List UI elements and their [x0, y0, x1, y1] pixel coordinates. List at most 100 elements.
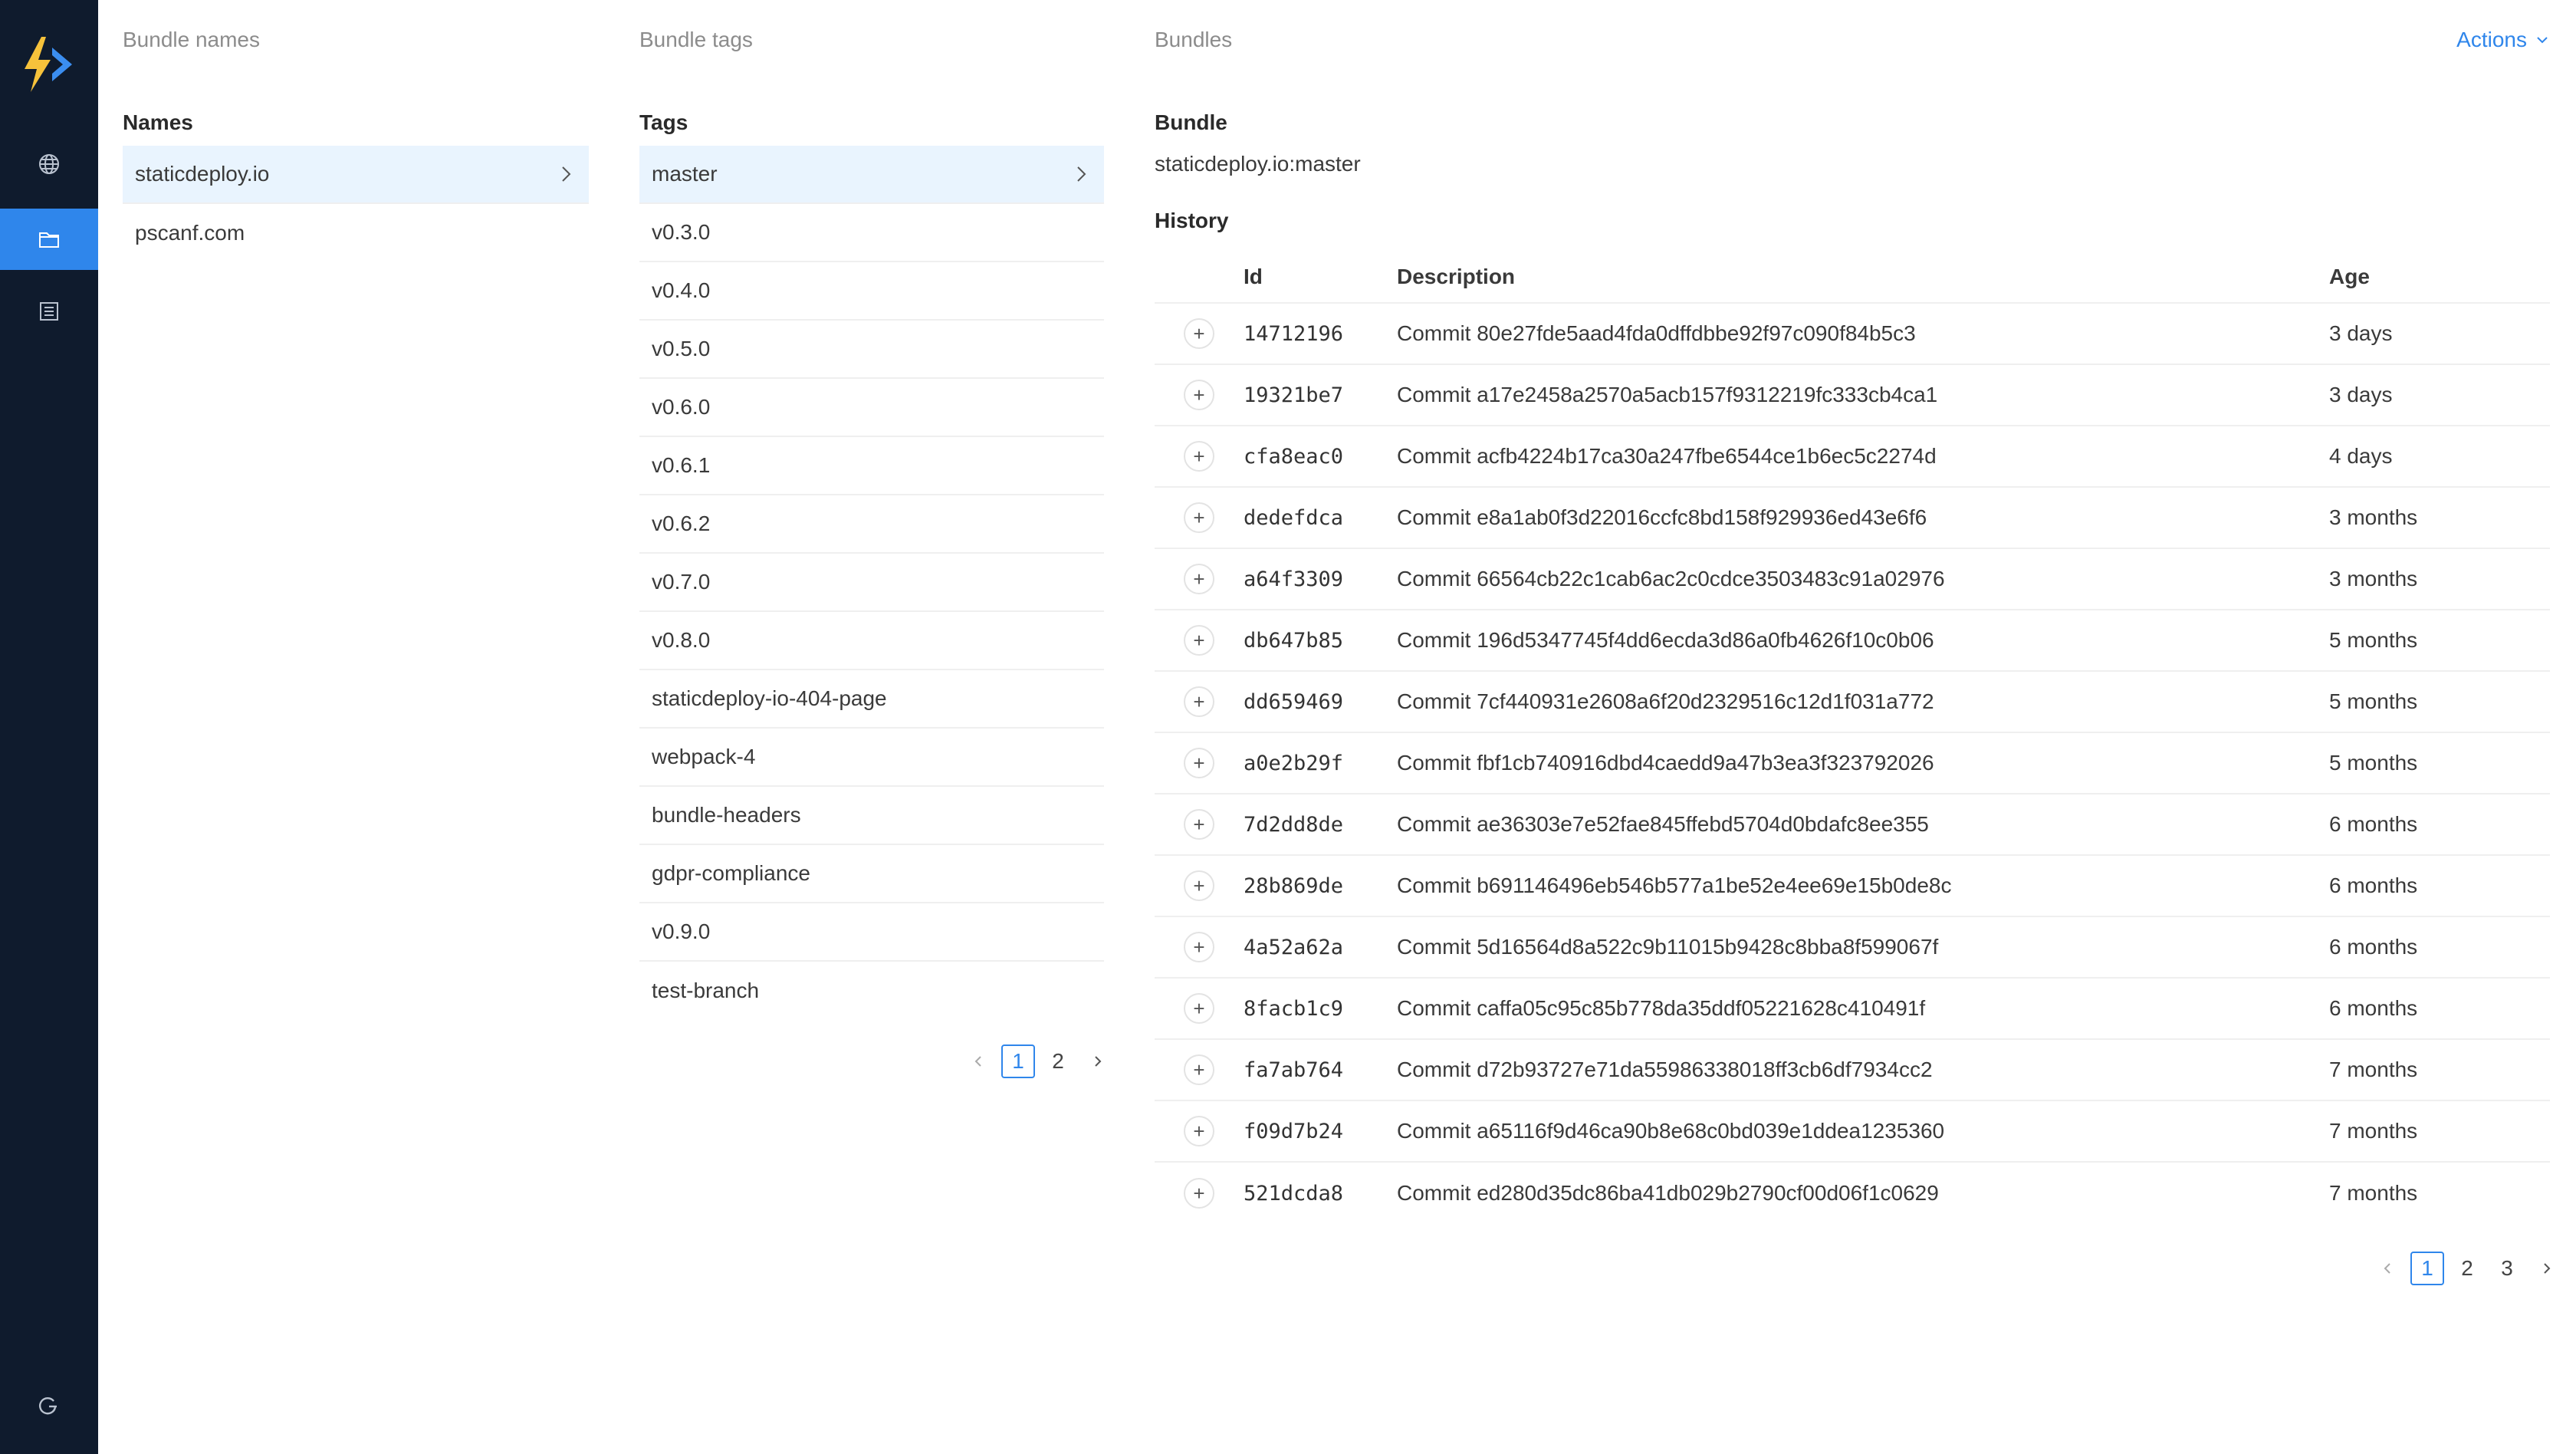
row-id: 8facb1c9 [1244, 996, 1344, 1021]
tag-item[interactable]: master [639, 146, 1104, 204]
tag-item-label: v0.8.0 [652, 628, 711, 652]
tag-item-label: v0.7.0 [652, 570, 711, 594]
row-description: Commit 196d5347745f4dd6ecda3d86a0fb4626f… [1397, 628, 1934, 652]
name-item-label: staticdeploy.io [135, 162, 270, 186]
bundle-value: staticdeploy.io:master [1155, 152, 1361, 176]
tags-list: master v0.3.0 v0.4.0 v0.5.0 v0.6.0 v0.6.… [639, 146, 1104, 1020]
expand-row-button[interactable]: + [1184, 380, 1214, 410]
tag-item[interactable]: v0.8.0 [639, 612, 1104, 670]
prev-page-button[interactable] [2371, 1252, 2404, 1285]
plus-icon: + [1193, 567, 1205, 590]
bundles-header: Bundles [1155, 28, 1233, 51]
name-item-label: pscanf.com [135, 221, 245, 245]
tag-item[interactable]: test-branch [639, 962, 1104, 1020]
tag-item[interactable]: v0.9.0 [639, 903, 1104, 962]
expand-row-button[interactable]: + [1184, 564, 1214, 594]
plus-icon: + [1193, 383, 1205, 406]
row-id: dd659469 [1244, 689, 1344, 714]
expand-row-button[interactable]: + [1184, 1054, 1214, 1085]
tag-item[interactable]: v0.7.0 [639, 554, 1104, 612]
expand-row-button[interactable]: + [1184, 1178, 1214, 1209]
nav-logout[interactable] [0, 1376, 98, 1437]
expand-row-button[interactable]: + [1184, 809, 1214, 840]
history-label: History [1155, 209, 1229, 232]
row-age: 5 months [2329, 689, 2418, 713]
next-page-button[interactable] [1081, 1044, 1115, 1078]
nav-apps[interactable] [0, 133, 98, 195]
expand-row-button[interactable]: + [1184, 686, 1214, 717]
page-button[interactable]: 1 [2410, 1252, 2444, 1285]
staticdeploy-logo-icon[interactable] [18, 34, 77, 95]
page-button[interactable]: 3 [2490, 1252, 2524, 1285]
expand-row-button[interactable]: + [1184, 1116, 1214, 1146]
expand-row-button[interactable]: + [1184, 502, 1214, 533]
tag-item[interactable]: v0.3.0 [639, 204, 1104, 262]
row-id: fa7ab764 [1244, 1058, 1344, 1082]
expand-row-button[interactable]: + [1184, 993, 1214, 1024]
page-button[interactable]: 2 [1041, 1044, 1075, 1078]
nav-operation-logs[interactable] [0, 281, 98, 342]
table-row: + a0e2b29f Commit fbf1cb740916dbd4caedd9… [1155, 733, 2550, 794]
row-id: 19321be7 [1244, 383, 1344, 407]
plus-icon: + [1193, 997, 1205, 1020]
chevron-right-icon [1095, 1056, 1102, 1067]
row-id: 14712196 [1244, 321, 1344, 346]
tag-item-label: bundle-headers [652, 803, 801, 827]
row-age: 5 months [2329, 751, 2418, 775]
tag-item[interactable]: v0.6.0 [639, 379, 1104, 437]
table-row: + cfa8eac0 Commit acfb4224b17ca30a247fbe… [1155, 426, 2550, 488]
nav-bundles[interactable] [0, 209, 98, 270]
plus-icon: + [1193, 629, 1205, 652]
expand-row-button[interactable]: + [1184, 748, 1214, 778]
row-description: Commit b691146496eb546b577a1be52e4ee69e1… [1397, 873, 1952, 897]
plus-icon: + [1193, 1182, 1205, 1205]
tag-item-label: webpack-4 [652, 745, 756, 768]
prev-page-button[interactable] [961, 1044, 995, 1078]
tag-item[interactable]: webpack-4 [639, 729, 1104, 787]
chevron-right-icon [1077, 166, 1086, 182]
plus-icon: + [1193, 1120, 1205, 1143]
row-age: 3 months [2329, 505, 2418, 529]
tag-item[interactable]: v0.6.2 [639, 495, 1104, 554]
tag-item[interactable]: v0.5.0 [639, 321, 1104, 379]
row-age: 7 months [2329, 1058, 2418, 1081]
logout-icon [39, 1397, 57, 1415]
tag-item[interactable]: v0.4.0 [639, 262, 1104, 321]
name-item[interactable]: pscanf.com [123, 204, 589, 262]
tag-item[interactable]: gdpr-compliance [639, 845, 1104, 903]
tag-item-label: test-branch [652, 979, 760, 1002]
tag-item[interactable]: staticdeploy-io-404-page [639, 670, 1104, 729]
expand-row-button[interactable]: + [1184, 318, 1214, 349]
id-column-header: Id [1244, 265, 1263, 288]
history-header-row: Id Description Age [1155, 252, 2550, 304]
row-age: 3 months [2329, 567, 2418, 590]
table-row: + a64f3309 Commit 66564cb22c1cab6ac2c0cd… [1155, 549, 2550, 610]
actions-label: Actions [2456, 28, 2527, 51]
bundle-label: Bundle [1155, 110, 1227, 134]
tag-item-label: v0.6.0 [652, 395, 711, 419]
row-id: cfa8eac0 [1244, 444, 1344, 469]
name-item[interactable]: staticdeploy.io [123, 146, 589, 204]
tag-item[interactable]: bundle-headers [639, 787, 1104, 845]
row-description: Commit caffa05c95c85b778da35ddf05221628c… [1397, 996, 1926, 1020]
names-label: Names [123, 110, 193, 134]
tag-item-label: v0.4.0 [652, 278, 711, 302]
plus-icon: + [1193, 690, 1205, 713]
row-description: Commit a65116f9d46ca90b8e68c0bd039e1ddea… [1397, 1119, 1945, 1143]
page-button[interactable]: 2 [2450, 1252, 2484, 1285]
actions-dropdown[interactable]: Actions [2456, 28, 2550, 52]
row-id: dedefdca [1244, 505, 1344, 530]
table-row: + f09d7b24 Commit a65116f9d46ca90b8e68c0… [1155, 1101, 2550, 1163]
row-description: Commit a17e2458a2570a5acb157f9312219fc33… [1397, 383, 1938, 406]
expand-row-button[interactable]: + [1184, 441, 1214, 472]
tag-item[interactable]: v0.6.1 [639, 437, 1104, 495]
expand-row-button[interactable]: + [1184, 625, 1214, 656]
row-age: 5 months [2329, 628, 2418, 652]
row-id: 521dcda8 [1244, 1181, 1344, 1206]
table-row: + 521dcda8 Commit ed280d35dc86ba41db029b… [1155, 1163, 2550, 1224]
page-button[interactable]: 1 [1001, 1044, 1035, 1078]
row-description: Commit 7cf440931e2608a6f20d2329516c12d1f… [1397, 689, 1934, 713]
next-page-button[interactable] [2530, 1252, 2564, 1285]
expand-row-button[interactable]: + [1184, 932, 1214, 962]
expand-row-button[interactable]: + [1184, 870, 1214, 901]
